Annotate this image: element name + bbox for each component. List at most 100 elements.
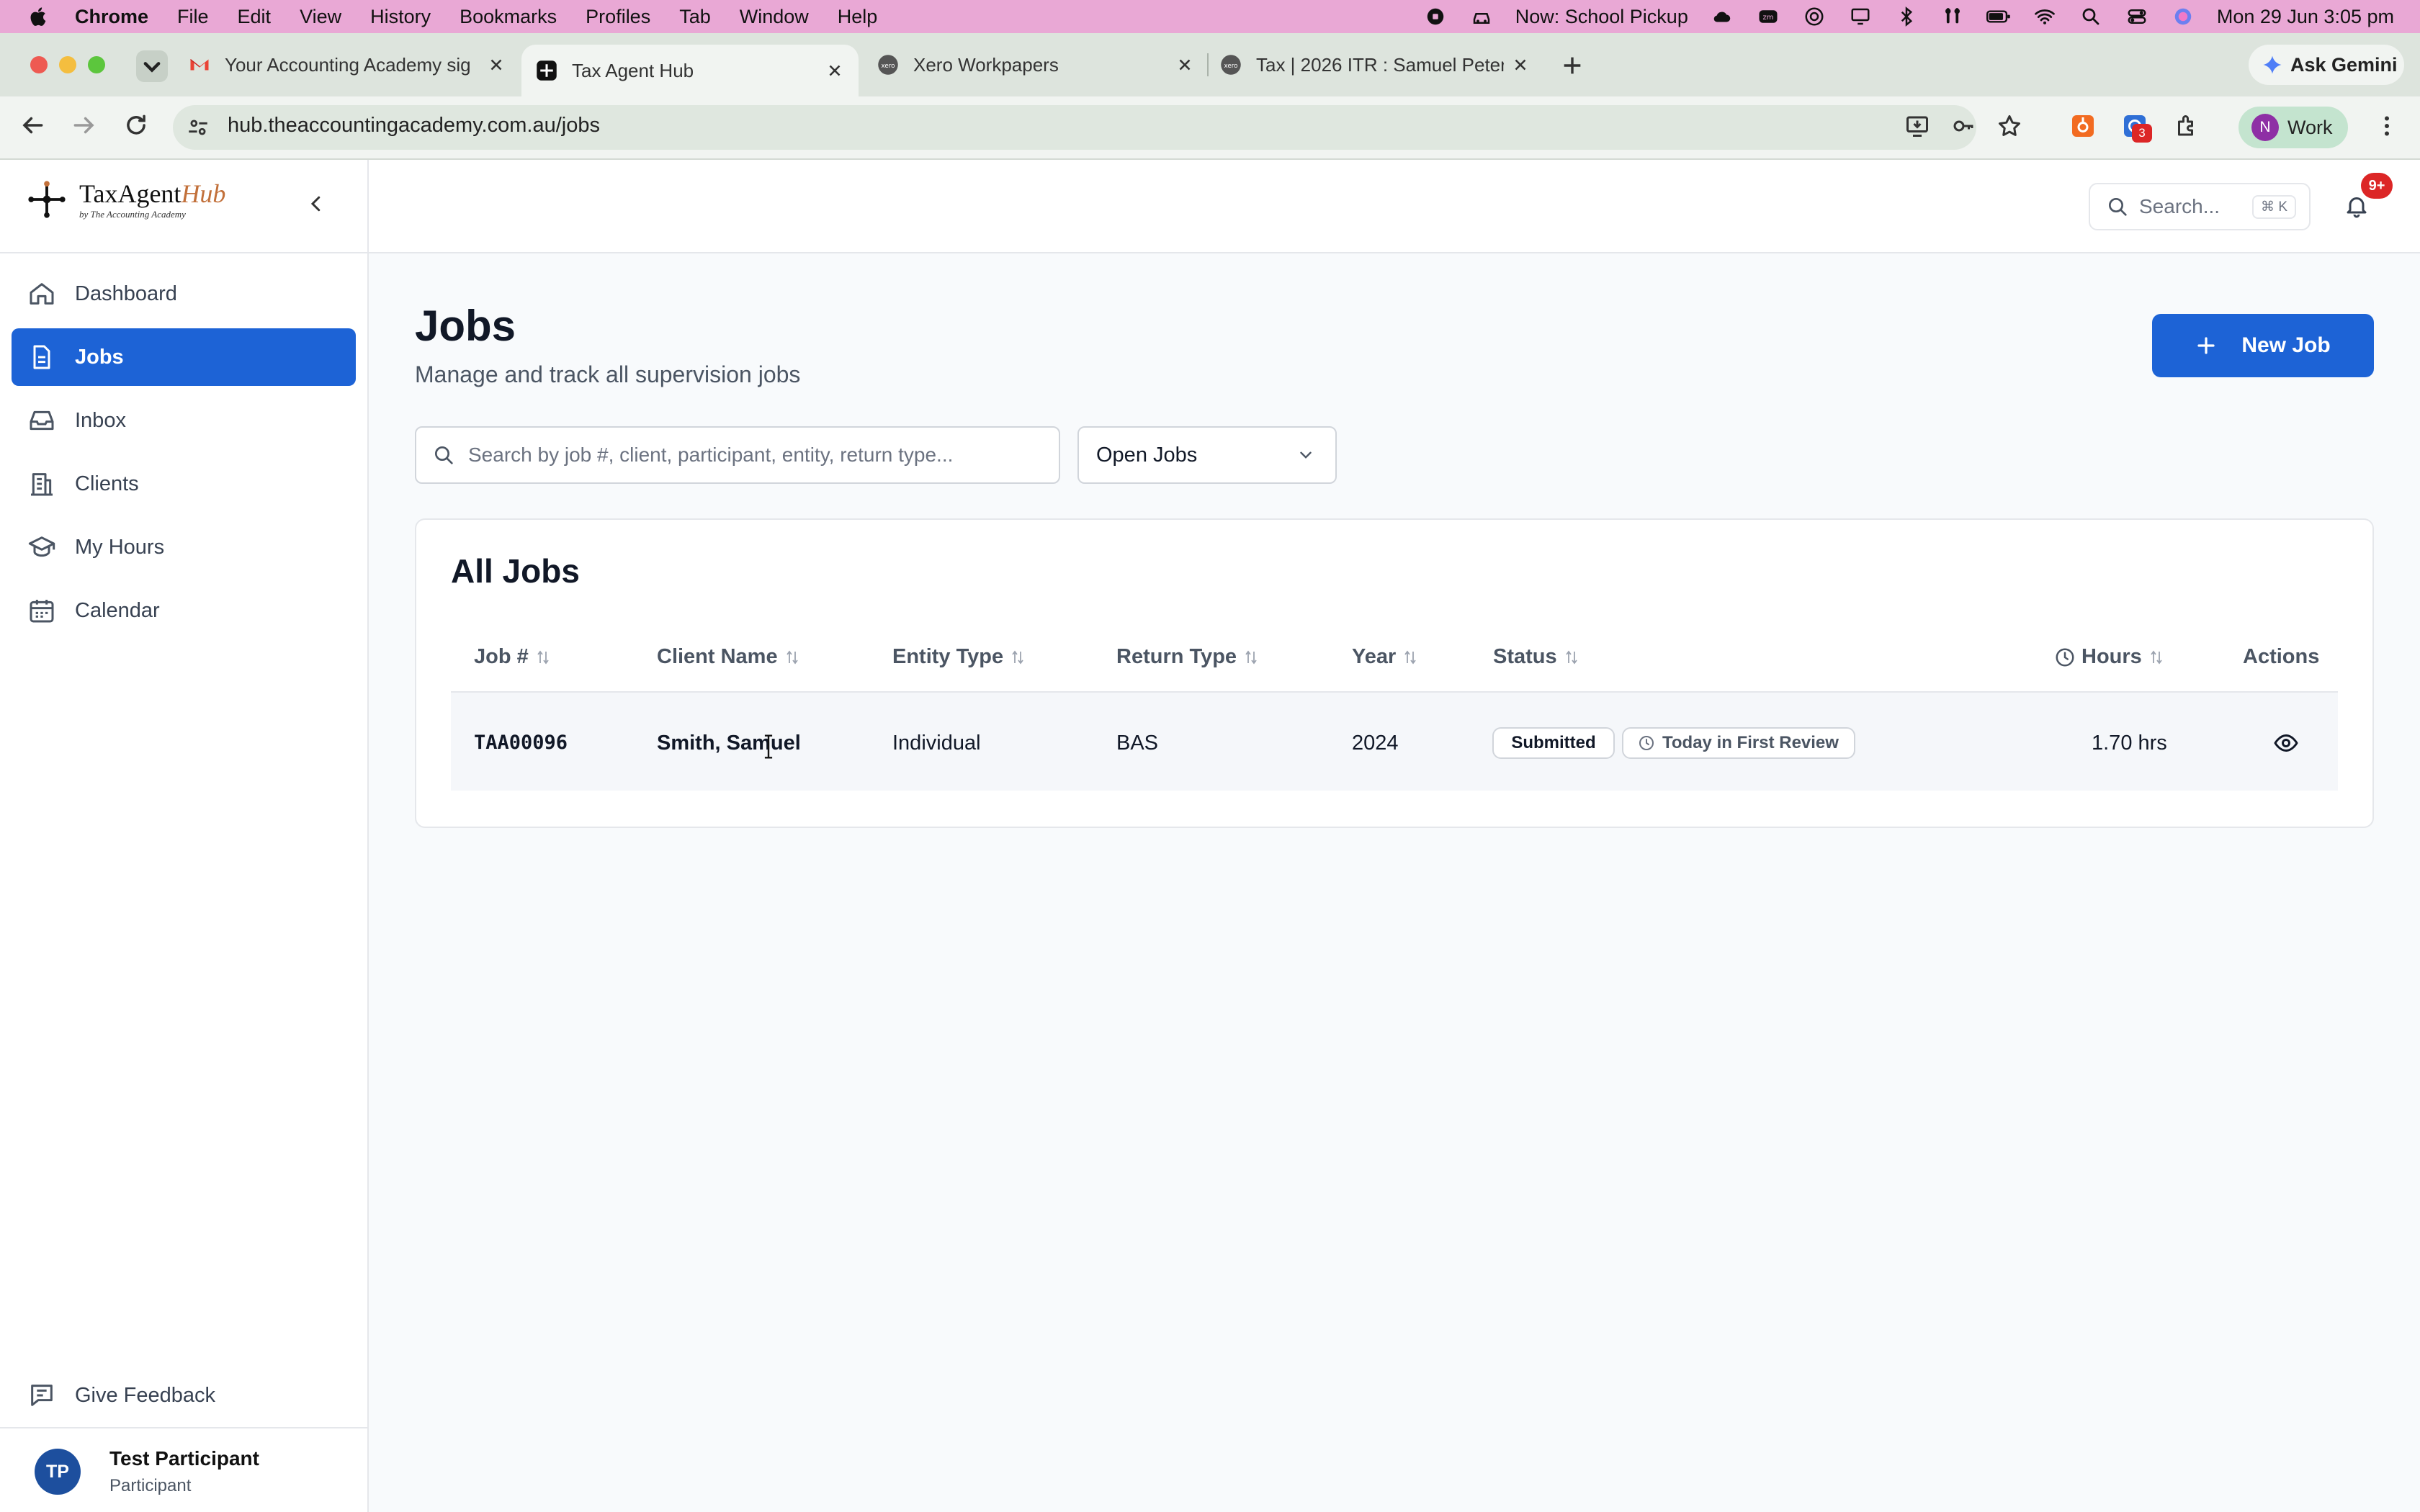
forward-arrow-icon[interactable]	[71, 112, 98, 139]
password-key-icon[interactable]	[1950, 113, 1976, 139]
creative-cloud-icon[interactable]	[1802, 6, 1827, 27]
global-search-button[interactable]: Search... ⌘ K	[2089, 183, 2311, 230]
bluetooth-icon[interactable]	[1894, 6, 1919, 27]
column-header-hours[interactable]: Hours	[2054, 645, 2165, 669]
browser-profile-chip[interactable]: N Work	[2238, 107, 2348, 148]
menu-bookmarks[interactable]: Bookmarks	[460, 6, 557, 28]
window-zoom-button[interactable]	[88, 56, 105, 73]
column-header-job-number[interactable]: Job #	[474, 645, 552, 669]
sidebar-item-inbox[interactable]: Inbox	[12, 392, 356, 449]
sidebar-item-dashboard[interactable]: Dashboard	[12, 265, 356, 323]
menu-window[interactable]: Window	[740, 6, 809, 28]
tab-title: Tax | 2026 ITR : Samuel Peter	[1256, 53, 1504, 76]
menu-history[interactable]: History	[370, 6, 431, 28]
job-search-input[interactable]	[468, 444, 1044, 467]
text-cursor-icon	[764, 734, 773, 759]
menu-tab[interactable]: Tab	[679, 6, 711, 28]
battery-icon[interactable]	[1986, 6, 2011, 27]
client-name-cell[interactable]: Smith, Samuel	[657, 732, 801, 755]
tab-title: Tax Agent Hub	[572, 59, 694, 81]
view-eye-icon[interactable]	[2273, 730, 2299, 756]
close-icon[interactable]	[1175, 55, 1194, 74]
window-close-button[interactable]	[30, 56, 48, 73]
tab-separator	[1207, 53, 1209, 76]
sidebar-item-label: My Hours	[75, 535, 165, 559]
extension-badge-count: 3	[2138, 126, 2146, 140]
new-job-button[interactable]: New Job	[2152, 314, 2374, 377]
close-icon[interactable]	[487, 55, 506, 74]
sidebar-item-clients[interactable]: Clients	[12, 455, 356, 513]
menubar-clock[interactable]: Mon 29 Jun 3:05 pm	[2217, 6, 2394, 28]
column-header-client-name[interactable]: Client Name	[657, 645, 801, 669]
control-center-icon[interactable]	[2125, 6, 2149, 27]
url-text[interactable]: hub.theaccountingacademy.com.au/jobs	[228, 114, 600, 138]
hubspot-extension-icon[interactable]	[2070, 113, 2096, 139]
tab-xero-workpapers[interactable]: xero Xero Workpapers	[877, 45, 1194, 85]
menu-help[interactable]: Help	[838, 6, 878, 28]
global-search-placeholder: Search...	[2139, 195, 2220, 217]
menu-file[interactable]: File	[177, 6, 209, 28]
column-header-status[interactable]: Status	[1493, 645, 1580, 669]
menu-profiles[interactable]: Profiles	[586, 6, 650, 28]
cloud-icon[interactable]	[1710, 6, 1734, 27]
give-feedback-button[interactable]: Give Feedback	[12, 1367, 356, 1424]
site-info-icon[interactable]	[186, 115, 210, 140]
column-header-return-type[interactable]: Return Type	[1116, 645, 1260, 669]
column-header-label: Entity Type	[892, 645, 1004, 668]
column-header-year[interactable]: Year	[1352, 645, 1419, 669]
notification-bell-icon[interactable]	[2344, 193, 2370, 219]
graduation-cap-icon	[28, 536, 55, 557]
profile-avatar: N	[2251, 114, 2279, 141]
job-status-filter-select[interactable]: Open Jobs	[1077, 426, 1337, 484]
sidebar-item-my-hours[interactable]: My Hours	[12, 518, 356, 576]
tab-gmail[interactable]: Your Accounting Academy sig	[189, 45, 506, 85]
column-header-label: Return Type	[1116, 645, 1237, 668]
tab-title: Xero Workpapers	[913, 53, 1059, 76]
job-number-cell[interactable]: TAA00096	[474, 732, 568, 754]
job-search-field[interactable]	[415, 426, 1060, 484]
calendar-icon	[30, 600, 54, 623]
user-avatar[interactable]: TP	[35, 1449, 81, 1495]
svg-text:xero: xero	[1224, 63, 1237, 70]
wifi-icon[interactable]	[2033, 6, 2057, 27]
brand-logo[interactable]: TaxAgentHub by The Accounting Academy	[26, 179, 225, 220]
svg-text:zm: zm	[1762, 14, 1773, 22]
siri-icon[interactable]	[2171, 6, 2195, 27]
extensions-puzzle-icon[interactable]	[2174, 113, 2200, 139]
user-divider	[0, 1427, 369, 1428]
brand-tagline: by The Accounting Academy	[79, 209, 186, 220]
sort-arrows-icon	[537, 650, 549, 664]
menu-view[interactable]: View	[300, 6, 341, 28]
ask-gemini-button[interactable]: Ask Gemini	[2249, 45, 2404, 85]
window-minimize-button[interactable]	[59, 56, 76, 73]
install-app-icon[interactable]	[1904, 113, 1930, 139]
new-tab-plus-icon[interactable]	[1560, 53, 1585, 78]
tab-search-chevron-icon[interactable]	[135, 50, 169, 82]
close-icon[interactable]	[1511, 55, 1530, 74]
inbox-icon	[30, 410, 54, 431]
apple-icon[interactable]	[27, 5, 50, 28]
now-event[interactable]: Now: School Pickup	[1515, 6, 1688, 28]
sidebar-item-calendar[interactable]: Calendar	[12, 582, 356, 639]
tab-tax-agent-hub[interactable]: Tax Agent Hub	[521, 45, 859, 96]
tab-xero-tax-itr[interactable]: xero Tax | 2026 ITR : Samuel Peter	[1220, 45, 1530, 85]
sort-arrows-icon	[2151, 650, 2162, 664]
menu-edit[interactable]: Edit	[238, 6, 272, 28]
spotlight-search-icon[interactable]	[2079, 6, 2103, 27]
menu-app-chrome[interactable]: Chrome	[75, 6, 148, 28]
bookmark-star-icon[interactable]	[1996, 113, 2022, 139]
sidebar-item-jobs[interactable]: Jobs	[12, 328, 356, 386]
browser-menu-kebab-icon[interactable]	[2374, 113, 2400, 139]
car-icon[interactable]	[1469, 6, 1494, 27]
gemini-sparkle-icon	[2263, 55, 2282, 74]
display-icon[interactable]	[1848, 6, 1873, 27]
record-icon[interactable]	[1423, 6, 1448, 27]
zoom-icon[interactable]: zm	[1756, 6, 1780, 27]
reload-icon[interactable]	[122, 112, 150, 139]
airpods-icon[interactable]	[1940, 6, 1965, 27]
back-arrow-icon[interactable]	[19, 112, 46, 139]
column-header-entity-type[interactable]: Entity Type	[892, 645, 1026, 669]
close-icon[interactable]	[825, 61, 844, 80]
user-role: Participant	[109, 1476, 192, 1495]
collapse-sidebar-chevron-icon[interactable]	[305, 193, 327, 215]
